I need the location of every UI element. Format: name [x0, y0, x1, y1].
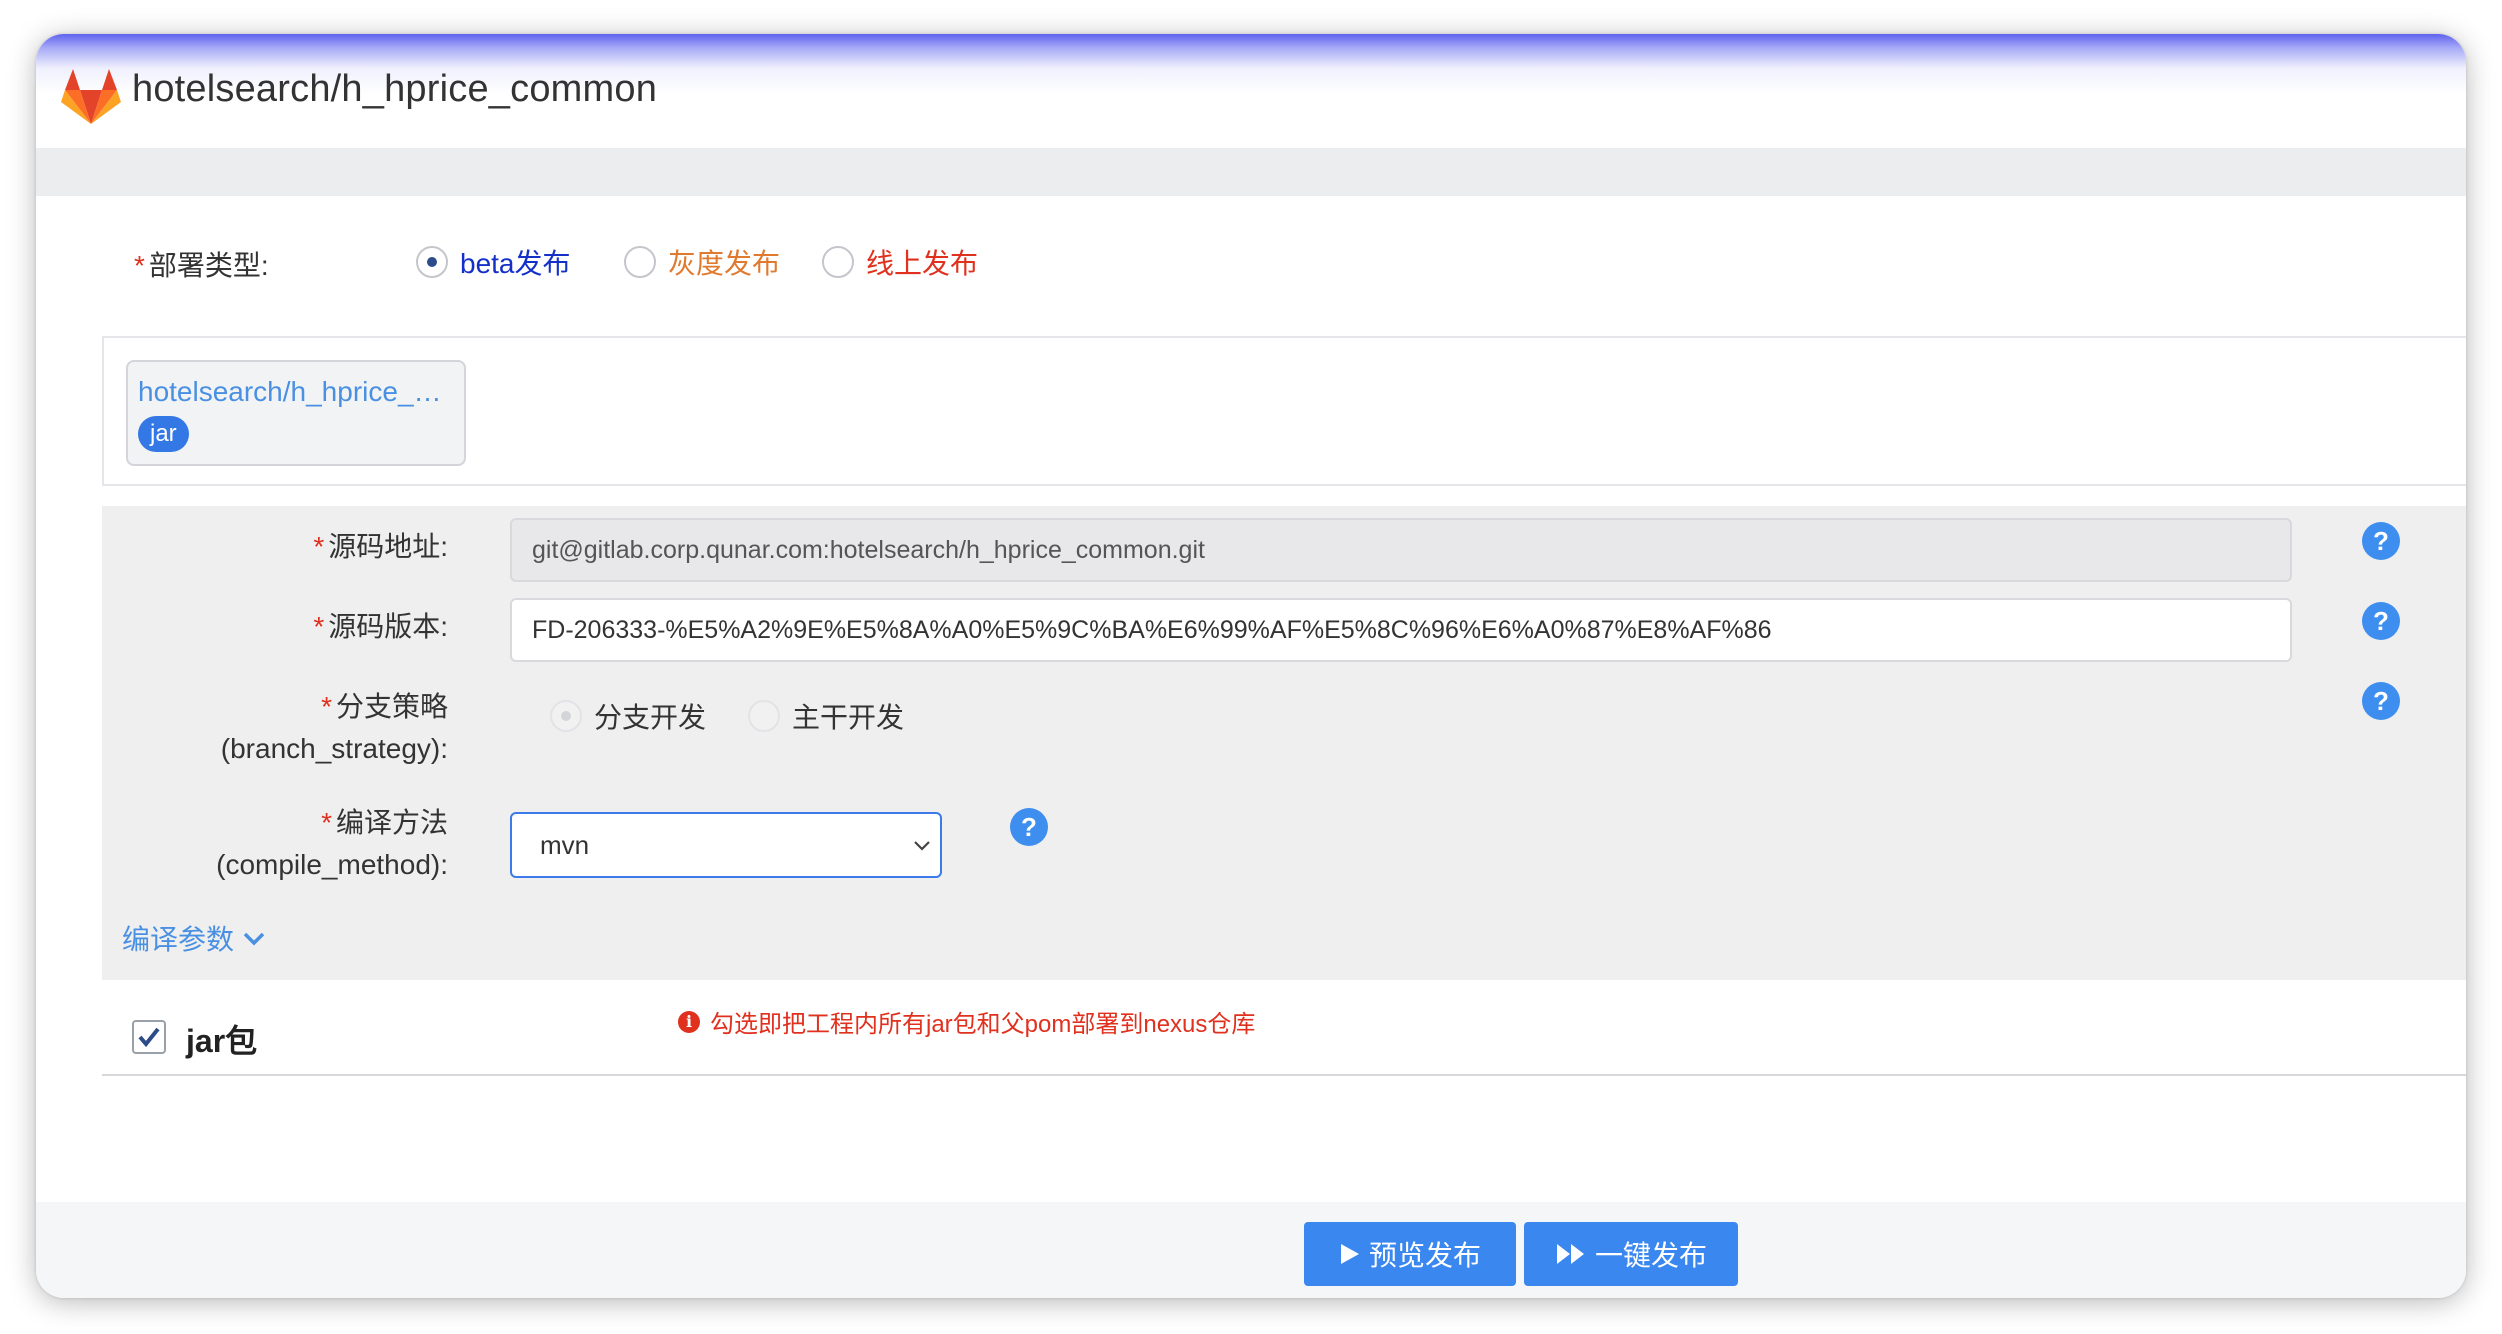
required-marker: *: [313, 531, 325, 562]
info-icon: i: [678, 1010, 700, 1033]
help-icon[interactable]: ?: [2362, 522, 2400, 560]
compile-method-sublabel: (compile_method):: [216, 849, 448, 880]
radio-label: 分支开发: [594, 702, 707, 733]
radio-label: 线上发布: [866, 248, 979, 279]
config-panel: * 源码地址: git@gitlab.corp.qunar.com:hotelse…: [102, 506, 2466, 980]
help-icon[interactable]: ?: [2362, 602, 2400, 640]
project-type-badge: jar: [138, 416, 189, 452]
required-marker: *: [321, 807, 332, 838]
radio-beta-deploy[interactable]: beta发布: [416, 242, 571, 282]
radio-unchecked-icon[interactable]: [624, 246, 656, 278]
radio-label: beta发布: [460, 248, 571, 279]
project-card-name: hotelsearch/h_hprice_common: [138, 376, 454, 407]
deploy-type-label: * 部署类型:: [134, 250, 269, 281]
radio-unchecked-icon[interactable]: [822, 246, 854, 278]
radio-checked-icon[interactable]: [550, 700, 582, 732]
required-marker: *: [134, 250, 145, 281]
jar-package-row: jar包 i 勾选即把工程内所有jar包和父pom部署到nexus仓库: [102, 980, 2466, 1076]
one-click-deploy-button[interactable]: 一键发布: [1524, 1222, 1738, 1286]
jar-package-label: jar包: [186, 1023, 258, 1059]
preview-deploy-button[interactable]: 预览发布: [1304, 1222, 1516, 1286]
project-card[interactable]: hotelsearch/h_hprice_common jar: [126, 360, 466, 466]
compile-params-toggle[interactable]: 编译参数: [122, 918, 268, 958]
app-window: hotelsearch/h_hprice_common * 部署类型: beta发…: [36, 34, 2466, 1298]
radio-label: 主干开发: [792, 702, 905, 733]
required-marker: *: [313, 611, 325, 642]
source-version-input[interactable]: FD-206333-%E5%A2%9E%E5%8A%A0%E5%9C%BA%E6…: [510, 598, 2292, 662]
required-marker: *: [321, 691, 332, 722]
header-divider-band: [36, 148, 2466, 196]
deploy-form: * 部署类型: beta发布 灰度发布 线上发布 hotelsearch/h_hp…: [62, 196, 2466, 1202]
project-list: hotelsearch/h_hprice_common jar: [102, 336, 2466, 486]
chevron-down-icon: [914, 841, 930, 851]
source-version-label: * 源码版本:: [313, 611, 448, 642]
footer-bar: 预览发布 一键发布: [36, 1202, 2466, 1298]
radio-branch-dev[interactable]: 分支开发: [550, 696, 706, 736]
help-icon[interactable]: ?: [1010, 808, 1048, 846]
header-bar: hotelsearch/h_hprice_common: [36, 34, 2466, 148]
source-url-label: * 源码地址:: [313, 531, 448, 562]
compile-method-value: mvn: [540, 830, 590, 860]
radio-gray-deploy[interactable]: 灰度发布: [624, 242, 780, 282]
fast-forward-icon: [1556, 1244, 1584, 1264]
chevron-down-icon: [243, 932, 265, 946]
jar-package-checkbox[interactable]: [132, 1020, 166, 1054]
compile-method-label: * 编译方法: [321, 807, 448, 838]
radio-trunk-dev[interactable]: 主干开发: [748, 696, 904, 736]
gitlab-logo-icon: [61, 69, 121, 124]
project-title: hotelsearch/h_hprice_common: [132, 68, 658, 110]
radio-label: 灰度发布: [668, 248, 781, 279]
radio-checked-icon[interactable]: [416, 246, 448, 278]
jar-tip: i 勾选即把工程内所有jar包和父pom部署到nexus仓库: [678, 1004, 1255, 1039]
branch-strategy-label: * 分支策略: [321, 691, 448, 722]
source-url-input[interactable]: git@gitlab.corp.qunar.com:hotelsearch/h_…: [510, 518, 2292, 582]
branch-strategy-sublabel: (branch_strategy):: [220, 733, 448, 764]
play-icon: [1340, 1244, 1359, 1264]
help-icon[interactable]: ?: [2362, 682, 2400, 720]
radio-online-deploy[interactable]: 线上发布: [822, 242, 978, 282]
compile-method-select[interactable]: mvn: [510, 812, 942, 878]
radio-unchecked-icon[interactable]: [748, 700, 780, 732]
jar-tip-text: 勾选即把工程内所有jar包和父pom部署到nexus仓库: [710, 1011, 1256, 1038]
checkmark-icon: [138, 1027, 160, 1048]
